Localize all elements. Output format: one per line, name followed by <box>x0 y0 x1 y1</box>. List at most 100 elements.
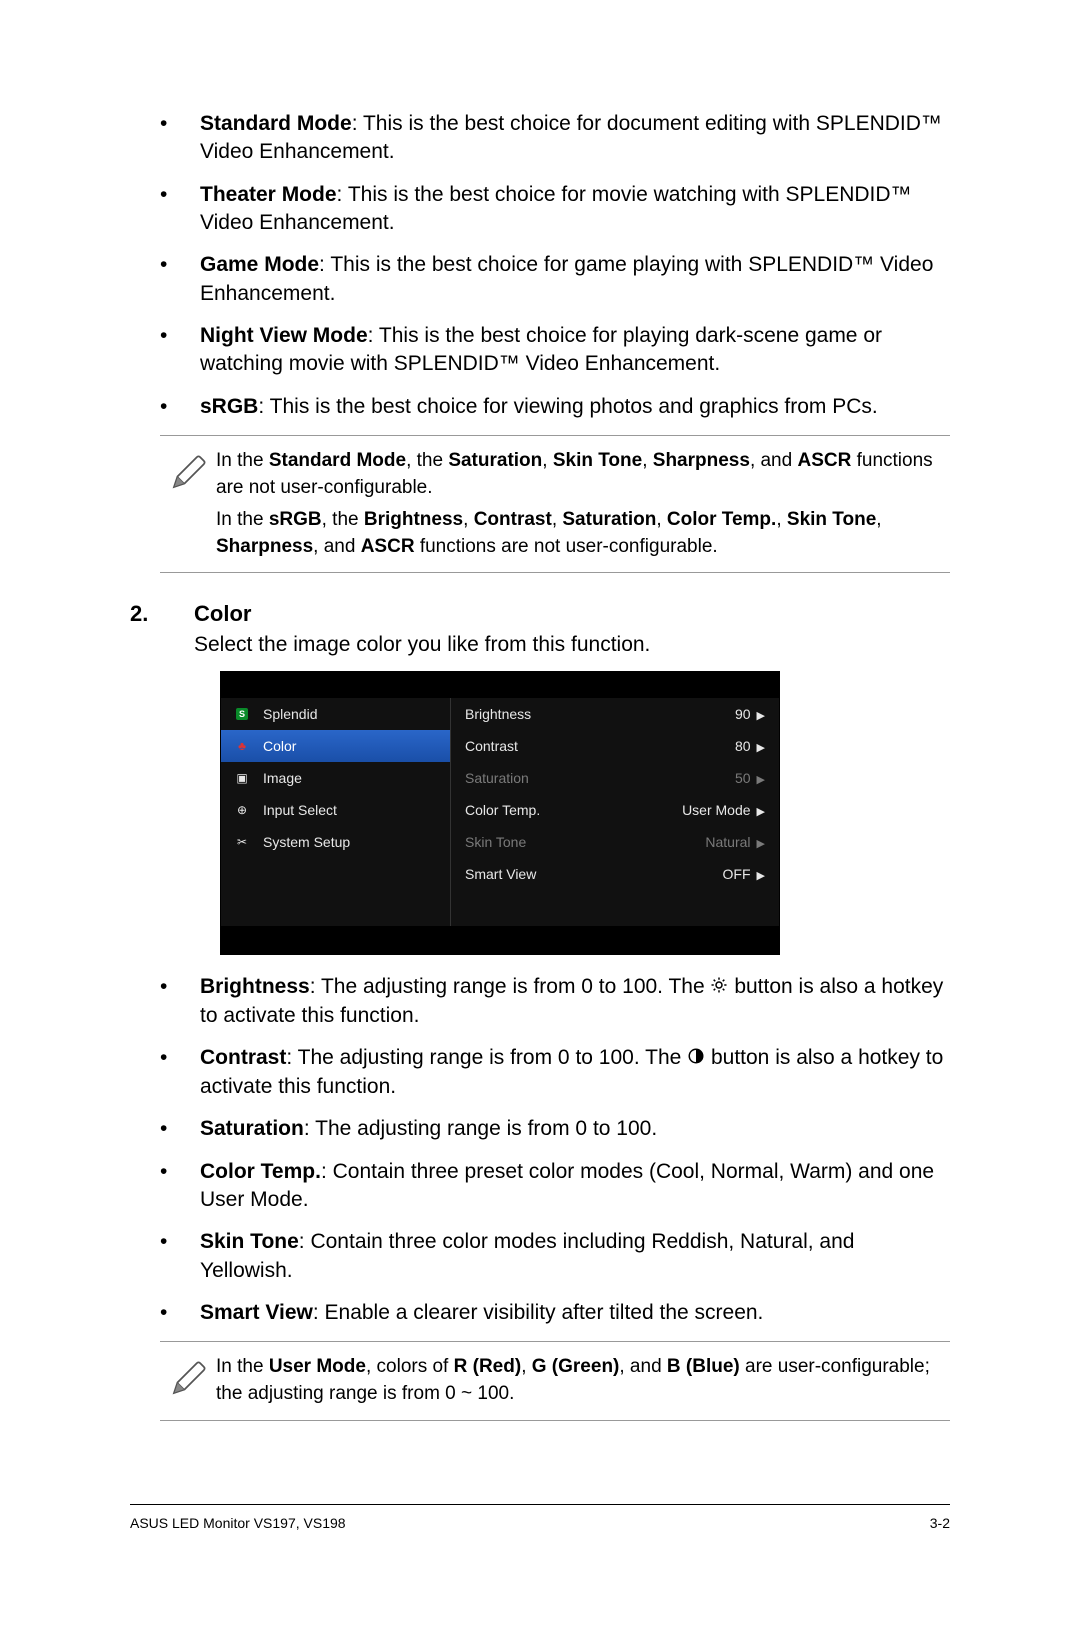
t: B (Blue) <box>667 1356 740 1377</box>
v: 50 <box>735 770 751 786</box>
t: , colors of <box>366 1356 454 1377</box>
list-item: • Saturation: The adjusting range is fro… <box>160 1115 950 1143</box>
t: , <box>642 450 653 471</box>
item-text: Saturation: The adjusting range is from … <box>200 1115 950 1143</box>
t: , and <box>313 536 361 557</box>
note-text: In the User Mode, colors of R (Red), G (… <box>216 1354 950 1407</box>
osd-item-image[interactable]: ▣ Image <box>221 762 450 794</box>
osd-item-color[interactable]: ♣Color <box>221 730 450 762</box>
opt-label: Color Temp. <box>465 802 540 818</box>
osd-sidebar: SSplendid ♣Color ▣ Image ⊕Input Select ✂S… <box>221 698 451 926</box>
t: , <box>463 509 474 530</box>
t: , <box>776 509 787 530</box>
bullet-marker: • <box>160 251 200 308</box>
list-item: • Smart View: Enable a clearer visibilit… <box>160 1299 950 1327</box>
osd-opt-smartview[interactable]: Smart ViewOFF▶ <box>451 858 779 890</box>
item-text: Brightness: The adjusting range is from … <box>200 973 950 1030</box>
t: , <box>656 509 667 530</box>
item-label: Smart View <box>200 1301 313 1324</box>
item-label: Skin Tone <box>200 1230 299 1253</box>
t: In the <box>216 450 269 471</box>
section-description: Select the image color you like from thi… <box>194 633 950 657</box>
contrast-icon <box>687 1045 705 1073</box>
chevron-right-icon: ▶ <box>757 742 765 754</box>
splendid-icon: S <box>231 708 253 720</box>
t: : The adjusting range is from 0 to 100. <box>304 1117 657 1140</box>
item-label: Contrast <box>200 1046 286 1069</box>
t: , the <box>322 509 364 530</box>
osd-item-label: Image <box>263 770 302 786</box>
t: Saturation <box>448 450 542 471</box>
osd-opt-colortemp[interactable]: Color Temp.User Mode▶ <box>451 794 779 826</box>
t: : Enable a clearer visibility after tilt… <box>313 1301 764 1324</box>
osd-opt-brightness[interactable]: Brightness 90 ▶ <box>451 698 779 730</box>
t: Contrast <box>474 509 552 530</box>
osd-opt-skintone: Skin Tone Natural▶ <box>451 826 779 858</box>
osd-item-splendid[interactable]: SSplendid <box>221 698 450 730</box>
input-icon: ⊕ <box>231 803 253 817</box>
t: : The adjusting range is from 0 to 100. … <box>286 1046 687 1069</box>
t: : The adjusting range is from 0 to 100. … <box>310 975 711 998</box>
osd-body: SSplendid ♣Color ▣ Image ⊕Input Select ✂S… <box>221 698 779 926</box>
item-label: Theater Mode <box>200 183 337 206</box>
item-text: Theater Mode: This is the best choice fo… <box>200 181 950 238</box>
list-item: • Standard Mode: This is the best choice… <box>160 110 950 167</box>
opt-label: Skin Tone <box>465 834 526 850</box>
chevron-right-icon: ▶ <box>757 806 765 818</box>
image-icon: ▣ <box>231 771 253 785</box>
section-number: 2. <box>130 601 194 627</box>
t: User Mode <box>269 1356 366 1377</box>
bullet-marker: • <box>160 1299 200 1327</box>
t: In the <box>216 509 269 530</box>
item-label: Standard Mode <box>200 112 352 135</box>
bullet-marker: • <box>160 1158 200 1215</box>
item-label: Saturation <box>200 1117 304 1140</box>
chevron-right-icon: ▶ <box>757 710 765 722</box>
osd-top-bar <box>221 672 779 698</box>
item-label: Game Mode <box>200 253 319 276</box>
list-item: • Color Temp.: Contain three preset colo… <box>160 1158 950 1215</box>
osd-padding <box>451 890 779 926</box>
list-item: • sRGB: This is the best choice for view… <box>160 393 950 421</box>
sun-icon <box>710 974 728 1002</box>
list-item: • Skin Tone: Contain three color modes i… <box>160 1228 950 1285</box>
opt-value: Natural▶ <box>705 834 765 850</box>
osd-menu: SSplendid ♣Color ▣ Image ⊕Input Select ✂S… <box>220 671 780 955</box>
t: : Contain three color modes including Re… <box>200 1230 854 1281</box>
t: Saturation <box>562 509 656 530</box>
list-item: • Night View Mode: This is the best choi… <box>160 322 950 379</box>
osd-opt-contrast[interactable]: Contrast80▶ <box>451 730 779 762</box>
opt-value: 50▶ <box>735 770 765 786</box>
osd-item-input[interactable]: ⊕Input Select <box>221 794 450 826</box>
item-text: Color Temp.: Contain three preset color … <box>200 1158 950 1215</box>
opt-label: Saturation <box>465 770 529 786</box>
t: Sharpness <box>653 450 750 471</box>
v: 90 <box>735 706 751 722</box>
list-item: • Theater Mode: This is the best choice … <box>160 181 950 238</box>
osd-item-setup[interactable]: ✂System Setup <box>221 826 450 858</box>
t: Skin Tone <box>787 509 876 530</box>
item-text: Game Mode: This is the best choice for g… <box>200 251 950 308</box>
t: Standard Mode <box>269 450 406 471</box>
color-icon: ♣ <box>231 739 253 753</box>
opt-value: 80▶ <box>735 738 765 754</box>
section-title: Color <box>194 601 251 627</box>
bullet-marker: • <box>160 181 200 238</box>
t: ASCR <box>797 450 851 471</box>
item-text: Night View Mode: This is the best choice… <box>200 322 950 379</box>
opt-label: Brightness <box>465 706 531 722</box>
t: , and <box>619 1356 667 1377</box>
item-label: Night View Mode <box>200 324 368 347</box>
bullet-marker: • <box>160 393 200 421</box>
footer-left: ASUS LED Monitor VS197, VS198 <box>130 1515 346 1531</box>
item-desc: : This is the best choice for viewing ph… <box>258 395 877 418</box>
footer-right: 3-2 <box>930 1515 950 1531</box>
bullet-marker: • <box>160 1044 200 1101</box>
list-item: • Brightness: The adjusting range is fro… <box>160 973 950 1030</box>
opt-value: 90 ▶ <box>735 706 765 722</box>
t: functions are not user-configurable. <box>415 536 718 557</box>
pencil-icon <box>160 448 216 560</box>
chevron-right-icon: ▶ <box>757 838 765 850</box>
t: , and <box>750 450 798 471</box>
note-line: In the Standard Mode, the Saturation, Sk… <box>216 448 950 501</box>
